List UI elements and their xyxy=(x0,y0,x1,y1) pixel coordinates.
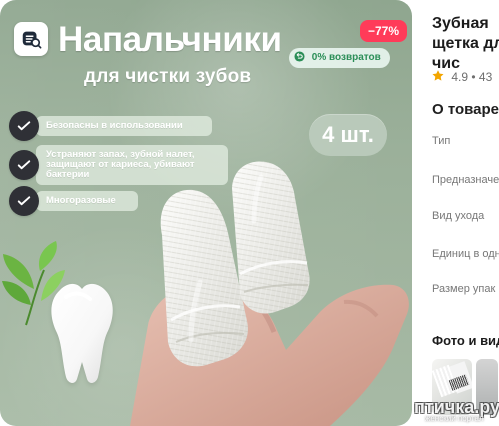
tooth-icon xyxy=(51,283,113,383)
star-icon xyxy=(432,70,444,81)
photo-thumbnail[interactable] xyxy=(432,359,472,415)
benefit-text: Многоразовые xyxy=(36,191,138,211)
shop-badge[interactable] xyxy=(14,22,48,56)
photos-section-title: Фото и вид xyxy=(432,333,499,348)
benefit-item: Безопасны в использовании xyxy=(9,111,212,141)
returns-label: 0% возвратов xyxy=(311,52,381,63)
return-icon xyxy=(294,51,305,62)
check-icon xyxy=(9,186,39,216)
discount-badge: −77% xyxy=(360,20,408,42)
photo-thumbnail[interactable] xyxy=(476,359,498,415)
product-title: Зубная щетка для чис xyxy=(432,15,499,72)
returns-chip: 0% возвратов xyxy=(289,48,390,68)
photo-thumbnails xyxy=(428,357,499,415)
finger-products-illustration xyxy=(130,161,409,426)
spec-label: Тип xyxy=(432,135,451,147)
check-icon xyxy=(9,111,39,141)
rating-text: 4.9 • 43 xyxy=(451,70,493,84)
check-icon xyxy=(9,150,39,180)
product-info-sidebar: Зубная щетка для чис 4.9 • 43 О товаре Т… xyxy=(422,0,499,426)
benefit-text: Безопасны в использовании xyxy=(36,116,212,136)
product-image-card[interactable]: Напальчники для чистки зубов −77% 0% воз… xyxy=(0,0,412,426)
hero-title: Напальчники xyxy=(58,20,282,59)
item-count-badge: 4 шт. xyxy=(309,114,387,156)
spec-label: Предназначение xyxy=(432,174,499,186)
about-product-title: О товаре xyxy=(432,101,499,118)
spec-label: Вид ухода xyxy=(432,210,485,222)
spec-label: Размер упак Ширина х Вы xyxy=(432,283,499,295)
spec-label: Единиц в одн xyxy=(432,248,499,260)
product-page: Напальчники для чистки зубов −77% 0% воз… xyxy=(0,0,499,426)
rating-summary[interactable]: 4.9 • 43 xyxy=(431,69,492,84)
benefit-item: Многоразовые xyxy=(9,186,138,216)
shop-icon xyxy=(22,31,42,49)
hero-subtitle: для чистки зубов xyxy=(84,66,252,87)
